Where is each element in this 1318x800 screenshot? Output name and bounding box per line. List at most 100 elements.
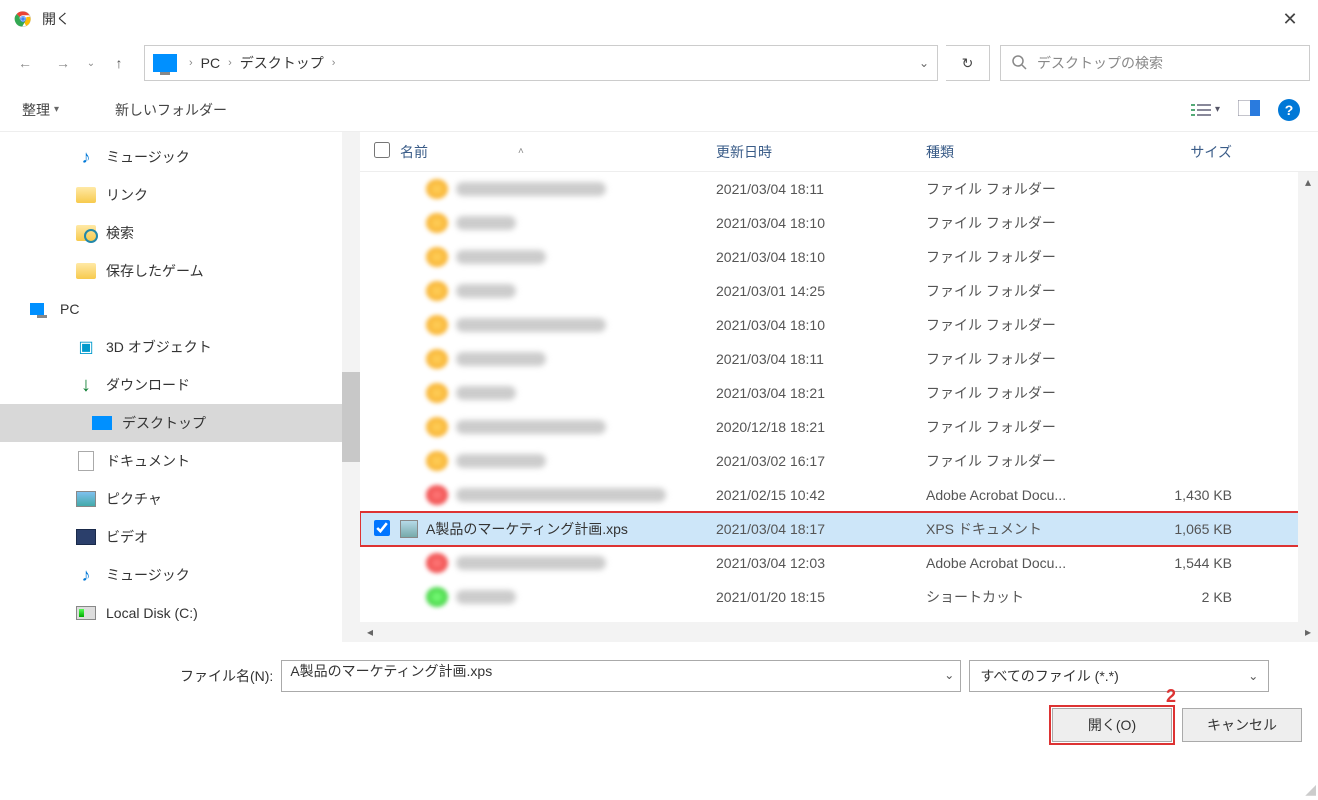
search-folder-icon [76, 224, 96, 242]
preview-pane-button[interactable] [1238, 100, 1260, 119]
filetype-filter[interactable]: すべてのファイル (*.*) ⌄ [969, 660, 1269, 692]
location-icon [153, 54, 177, 72]
dropdown-icon: ⌄ [1248, 669, 1258, 683]
sidebar-item-pc[interactable]: PC [30, 290, 360, 328]
search-icon [1011, 54, 1027, 73]
filename-label: ファイル名(N): [180, 666, 273, 686]
file-row[interactable]: 2021/03/04 18:10ファイル フォルダー [360, 240, 1318, 274]
refresh-button[interactable]: ↻ [946, 45, 990, 81]
desktop-icon [92, 414, 112, 432]
scroll-left-icon[interactable]: ◂ [360, 625, 380, 639]
file-row[interactable]: 2020/12/18 18:21ファイル フォルダー [360, 410, 1318, 444]
scroll-up-icon[interactable]: ▴ [1305, 172, 1311, 192]
sidebar-item-3d-objects[interactable]: ▣3D オブジェクト [50, 328, 360, 366]
file-row[interactable]: 2021/03/02 16:17ファイル フォルダー [360, 444, 1318, 478]
filename-input[interactable]: A製品のマーケティング計画.xps ⌄ [281, 660, 961, 692]
header-size[interactable]: サイズ [1136, 142, 1246, 162]
folder-icon [426, 281, 448, 301]
sidebar-item-libraries[interactable]: ライブラリ [30, 632, 360, 642]
blurred-name [456, 420, 606, 434]
file-row[interactable]: 2021/03/01 14:25ファイル フォルダー [360, 274, 1318, 308]
file-name: A製品のマーケティング計画.xps [426, 519, 628, 539]
toolbar: 整理▾ 新しいフォルダー ▾ ? [0, 88, 1318, 132]
blurred-name [456, 386, 516, 400]
blurred-name [456, 182, 606, 196]
sidebar-item-desktop[interactable]: デスクトップ [0, 404, 360, 442]
crumb-pc[interactable]: PC [199, 55, 222, 71]
annotation-2: 2 [1166, 686, 1176, 707]
horizontal-scrollbar[interactable]: ◂ ▸ [360, 622, 1318, 642]
address-dropdown-icon[interactable]: ⌄ [919, 56, 929, 70]
header-type[interactable]: 種類 [926, 142, 1136, 162]
close-button[interactable]: ✕ [1270, 9, 1310, 30]
pictures-icon [76, 490, 96, 508]
sidebar-item-links[interactable]: リンク [50, 176, 360, 214]
history-dropdown[interactable]: ⌄ [84, 58, 98, 69]
folder-icon [426, 179, 448, 199]
sidebar-item-saved-games[interactable]: 保存したゲーム [50, 252, 360, 290]
chevron-down-icon: ▾ [54, 104, 59, 115]
pdf-icon [426, 553, 448, 573]
folder-icon [426, 213, 448, 233]
file-row[interactable]: 2021/03/04 18:21ファイル フォルダー [360, 376, 1318, 410]
vertical-scrollbar[interactable]: ▴ [1298, 172, 1318, 622]
file-row-selected[interactable]: A製品のマーケティング計画.xps 2021/03/04 18:17XPS ドキ… [360, 512, 1318, 546]
sidebar-item-local-disk[interactable]: Local Disk (C:) [50, 594, 360, 632]
organize-button[interactable]: 整理▾ [14, 96, 67, 124]
row-checkbox[interactable] [374, 520, 390, 536]
sidebar-item-documents[interactable]: ドキュメント [50, 442, 360, 480]
up-button[interactable]: ↑ [102, 46, 136, 80]
file-row[interactable]: 2021/03/04 18:11ファイル フォルダー [360, 342, 1318, 376]
header-name[interactable]: 名前˄ [400, 142, 716, 162]
document-icon [76, 452, 96, 470]
file-row[interactable]: 2021/03/04 18:10ファイル フォルダー [360, 206, 1318, 240]
help-button[interactable]: ? [1278, 99, 1300, 121]
header-checkbox[interactable] [374, 142, 400, 161]
column-headers: 名前˄ 更新日時 種類 サイズ [360, 132, 1318, 172]
pdf-icon [426, 485, 448, 505]
chrome-icon [14, 10, 32, 28]
scroll-right-icon[interactable]: ▸ [1298, 625, 1318, 639]
crumb-sep-icon: › [326, 57, 342, 69]
folder-icon [76, 186, 96, 204]
sort-indicator-icon: ˄ [518, 146, 524, 157]
sidebar-item-music2[interactable]: ♪ミュージック [50, 556, 360, 594]
cancel-button[interactable]: キャンセル [1182, 708, 1302, 742]
file-row[interactable]: 1 2021/02/15 10:42Adobe Acrobat Docu...1… [360, 478, 1318, 512]
blurred-name [456, 216, 516, 230]
back-button[interactable]: ← [8, 46, 42, 80]
blurred-name [456, 284, 516, 298]
new-folder-button[interactable]: 新しいフォルダー [107, 96, 235, 124]
header-modified[interactable]: 更新日時 [716, 142, 926, 162]
search-input[interactable]: デスクトップの検索 [1000, 45, 1310, 81]
xps-icon [400, 520, 418, 538]
crumb-desktop[interactable]: デスクトップ [238, 53, 326, 73]
file-row[interactable]: 2021/01/20 18:15ショートカット2 KB [360, 580, 1318, 614]
file-row[interactable]: 2021/03/04 18:10ファイル フォルダー [360, 308, 1318, 342]
sidebar-scroll-thumb[interactable] [342, 372, 360, 462]
blurred-name [456, 454, 546, 468]
blurred-name [456, 250, 546, 264]
forward-button[interactable]: → [46, 46, 80, 80]
open-button[interactable]: 開く(O) [1052, 708, 1172, 742]
sidebar-item-videos[interactable]: ビデオ [50, 518, 360, 556]
folder-icon [76, 262, 96, 280]
crumb-sep-icon: › [183, 57, 199, 69]
footer: ファイル名(N): A製品のマーケティング計画.xps ⌄ すべてのファイル (… [0, 642, 1318, 752]
sidebar-item-downloads[interactable]: ↓ダウンロード [50, 366, 360, 404]
sidebar-item-search[interactable]: 検索 [50, 214, 360, 252]
address-bar[interactable]: › PC › デスクトップ › ⌄ [144, 45, 938, 81]
dropdown-icon[interactable]: ⌄ [944, 668, 954, 682]
shortcut-icon [426, 587, 448, 607]
folder-icon [426, 383, 448, 403]
resize-grip-icon[interactable]: ◢ [1305, 781, 1316, 798]
filename-value: A製品のマーケティング計画.xps [290, 663, 492, 679]
folder-icon [426, 451, 448, 471]
view-options-button[interactable]: ▾ [1191, 102, 1220, 118]
window-title: 開く [42, 9, 1270, 29]
sidebar-item-music[interactable]: ♪ミュージック [50, 138, 360, 176]
sidebar-item-pictures[interactable]: ピクチャ [50, 480, 360, 518]
download-icon: ↓ [76, 376, 96, 394]
file-row[interactable]: 2021/03/04 12:03Adobe Acrobat Docu...1,5… [360, 546, 1318, 580]
file-row[interactable]: 2021/03/04 18:11ファイル フォルダー [360, 172, 1318, 206]
